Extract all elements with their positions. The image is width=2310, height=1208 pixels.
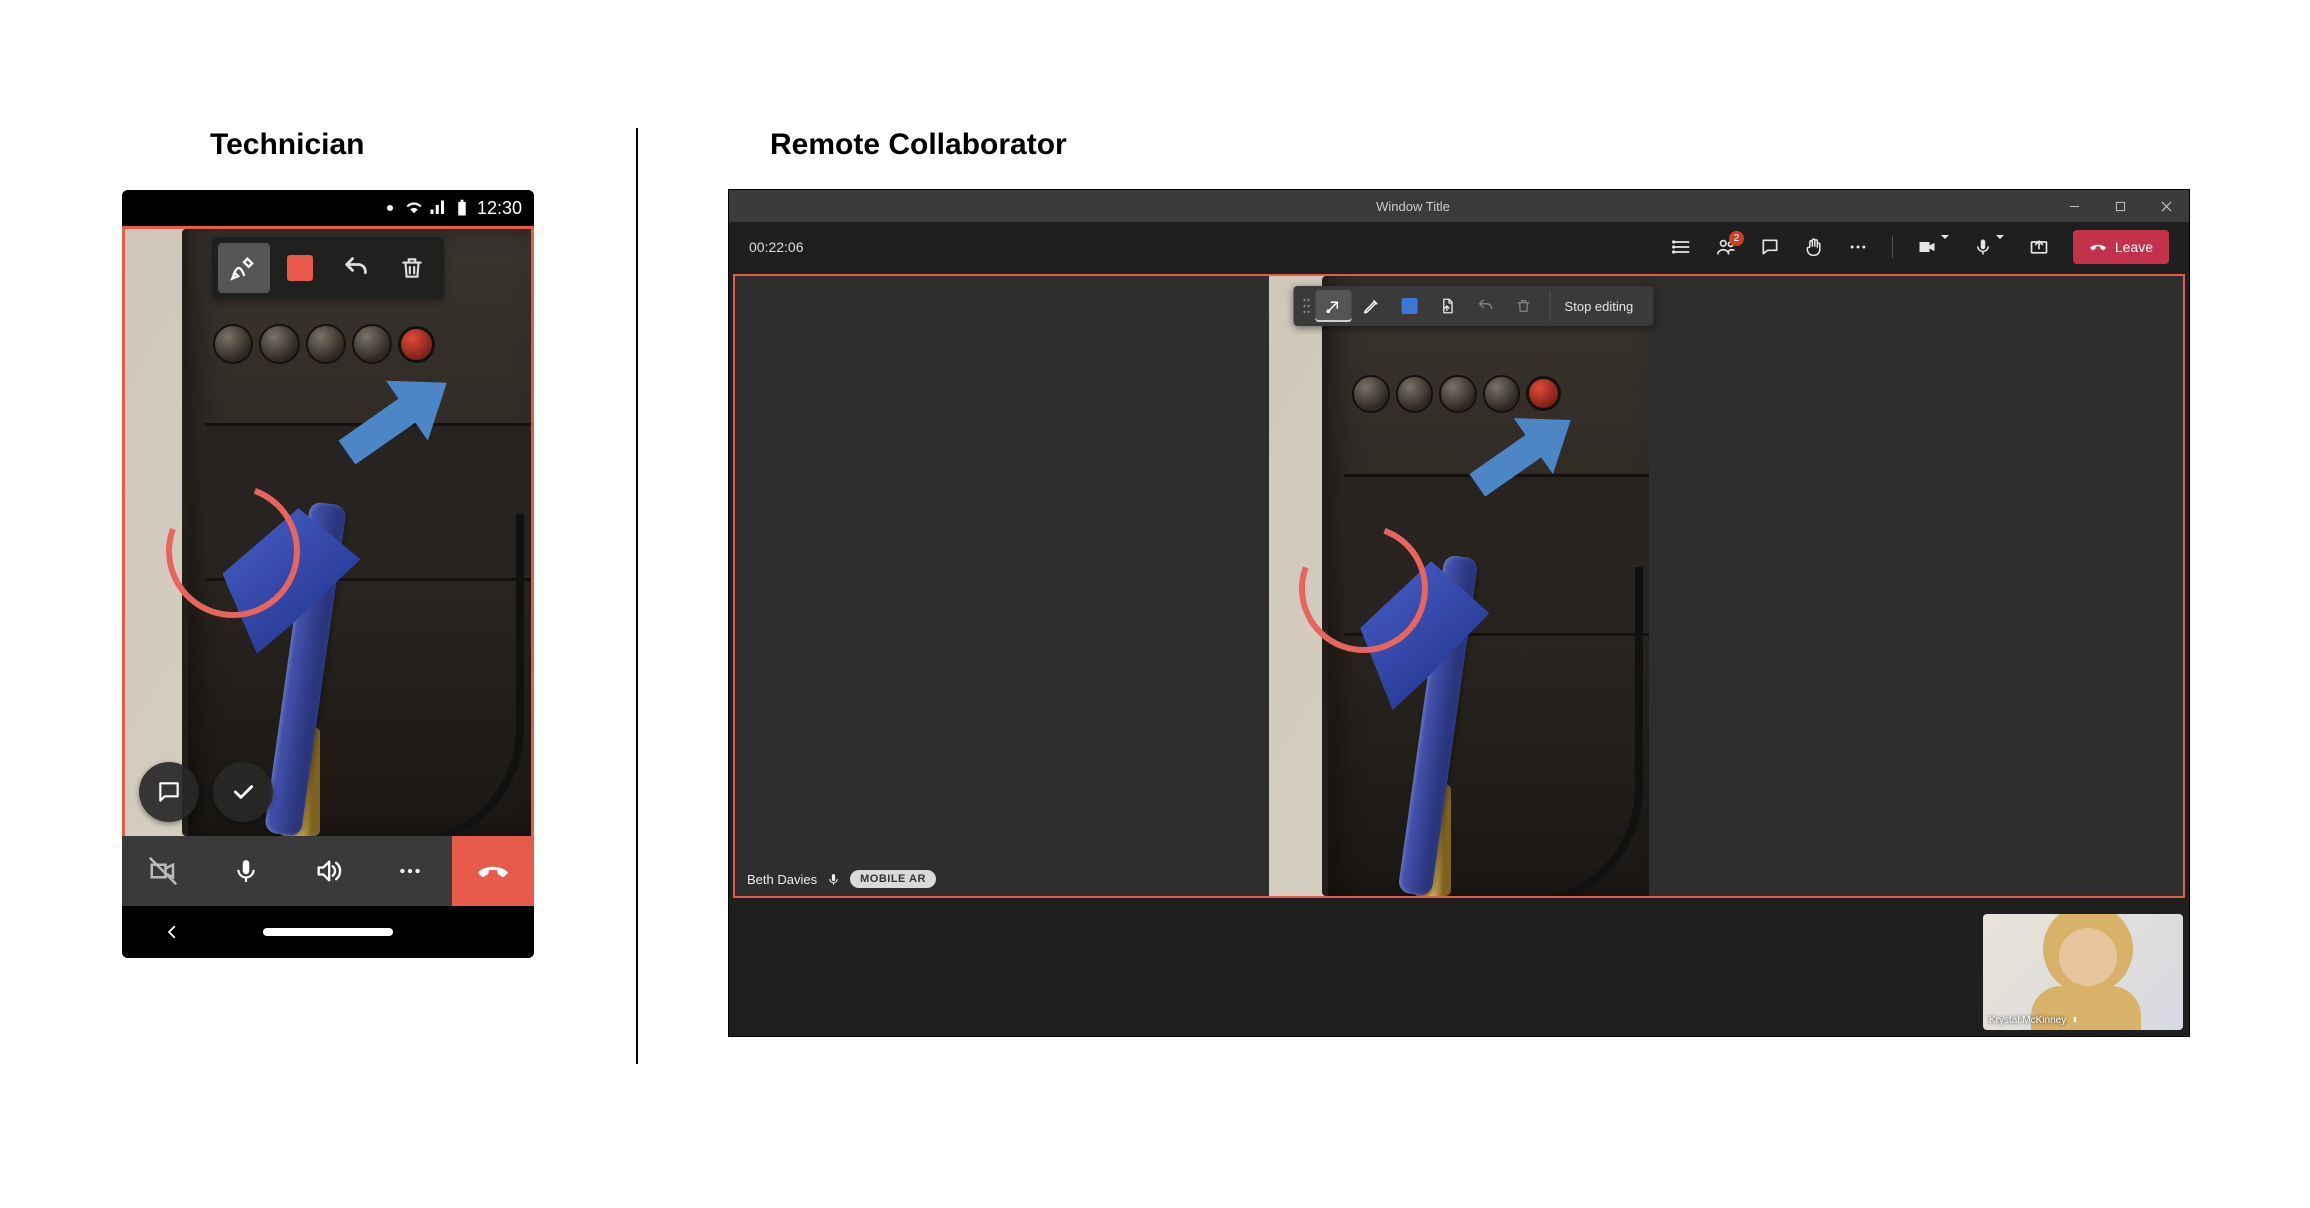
hang-up-button[interactable] xyxy=(452,836,534,906)
android-nav-bar xyxy=(122,906,534,958)
more-options-button[interactable] xyxy=(369,836,451,906)
mic-dropdown-button[interactable] xyxy=(1963,229,2015,265)
desktop-annotation-toolbar: Stop editing xyxy=(1294,286,1654,326)
camera-toggle-button[interactable] xyxy=(1907,229,1959,265)
teams-window: Window Title 00:22:06 2 xyxy=(729,190,2189,1036)
wifi-icon xyxy=(405,199,423,217)
shared-mobile-feed xyxy=(1269,276,1649,896)
annotation-toolbar xyxy=(212,237,444,299)
undo-button[interactable] xyxy=(330,243,382,293)
people-badge: 2 xyxy=(1729,231,1744,246)
maximize-button[interactable] xyxy=(2097,190,2143,222)
share-button[interactable] xyxy=(2019,229,2059,265)
mic-icon xyxy=(827,873,840,886)
shared-content-frame: Stop editing Beth Davies MOBILE AR xyxy=(733,274,2185,898)
pen-tool-button[interactable] xyxy=(1354,290,1390,322)
phone-device: 12:30 xyxy=(122,190,534,958)
color-picker-button[interactable] xyxy=(1392,290,1428,322)
mic-icon xyxy=(2070,1016,2080,1026)
window-title: Window Title xyxy=(775,199,2051,214)
meeting-stage: Stop editing Beth Davies MOBILE AR Kryst… xyxy=(729,272,2189,1036)
leave-label: Leave xyxy=(2115,239,2153,255)
titlebar: Window Title xyxy=(729,190,2189,222)
speaker-button[interactable] xyxy=(287,836,369,906)
minimize-button[interactable] xyxy=(2051,190,2097,222)
status-time: 12:30 xyxy=(477,198,522,219)
raise-hand-button[interactable] xyxy=(1794,229,1834,265)
chat-button[interactable] xyxy=(139,762,199,822)
chat-panel-button[interactable] xyxy=(1750,229,1790,265)
self-video-pip[interactable]: Krystal McKinney xyxy=(1983,914,2183,1030)
delete-all-button[interactable] xyxy=(1506,290,1542,322)
remote-collab-label: Remote Collaborator xyxy=(770,128,1067,162)
roster-button[interactable] xyxy=(1662,229,1702,265)
phone-status-bar: 12:30 xyxy=(122,190,534,226)
people-button[interactable]: 2 xyxy=(1706,229,1746,265)
presenter-mode-pill: MOBILE AR xyxy=(850,870,936,888)
arrow-annotation xyxy=(336,363,458,472)
selected-color-swatch xyxy=(1402,298,1418,314)
toolbar-divider xyxy=(1892,236,1893,258)
divider xyxy=(636,128,638,1064)
more-actions-button[interactable] xyxy=(1838,229,1878,265)
insert-file-button[interactable] xyxy=(1430,290,1466,322)
video-toggle-button[interactable] xyxy=(122,836,204,906)
arrow-tool-button[interactable] xyxy=(1316,290,1352,322)
call-control-bar xyxy=(122,836,534,906)
notification-icon xyxy=(381,199,399,217)
delete-button[interactable] xyxy=(386,243,438,293)
nav-back-button[interactable] xyxy=(163,923,181,941)
technician-label: Technician xyxy=(210,128,364,162)
battery-icon xyxy=(453,199,471,217)
confirm-button[interactable] xyxy=(213,762,273,822)
call-timer: 00:22:06 xyxy=(749,239,804,255)
leave-button[interactable]: Leave xyxy=(2073,230,2169,264)
drag-handle[interactable] xyxy=(1300,290,1314,322)
mic-toggle-button[interactable] xyxy=(204,836,286,906)
nav-home-button[interactable] xyxy=(263,928,393,936)
camera-feed xyxy=(125,229,531,836)
presenter-name: Beth Davies xyxy=(747,872,817,887)
undo-button[interactable] xyxy=(1468,290,1504,322)
close-button[interactable] xyxy=(2143,190,2189,222)
call-toolbar: 00:22:06 2 Leave xyxy=(729,222,2189,272)
stop-editing-button[interactable]: Stop editing xyxy=(1550,291,1648,321)
color-picker-button[interactable] xyxy=(274,243,326,293)
pip-name: Krystal McKinney xyxy=(1989,1015,2066,1026)
selected-color-swatch xyxy=(287,255,313,281)
arrow-annotation xyxy=(1467,400,1581,505)
signal-icon xyxy=(429,199,447,217)
phone-screen-area xyxy=(122,226,534,836)
pen-tool-button[interactable] xyxy=(218,243,270,293)
